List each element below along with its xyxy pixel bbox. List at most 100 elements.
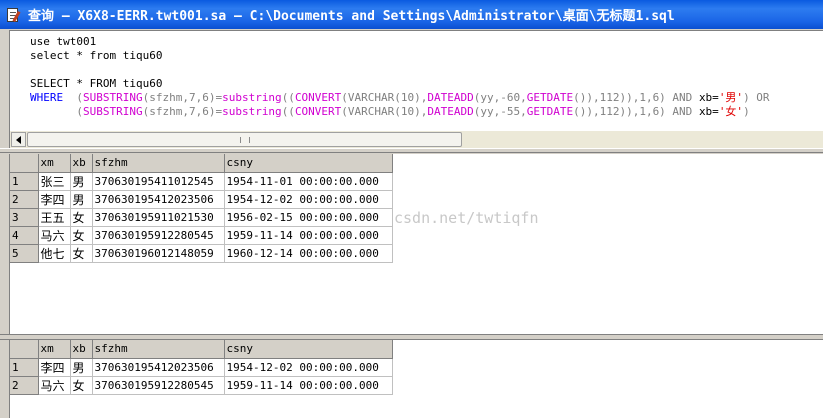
cell-csny[interactable]: 1960-12-14 00:00:00.000 (224, 244, 393, 263)
table-header-row: xm xb sfzhm csny (10, 154, 393, 173)
code-token: (yy,-55, (473, 105, 527, 118)
table-row[interactable]: 1 张三男 370630195411012545 1954-11-01 00:00:0… (10, 172, 393, 191)
code-token: select * from tiqu60 (30, 49, 163, 62)
cell-csny[interactable]: 1959-11-14 00:00:00.000 (224, 376, 393, 395)
cell-xm[interactable]: 李四 (38, 190, 71, 209)
code-token: SELECT * FROM tiqu60 (30, 77, 163, 90)
row-number[interactable]: 2 (10, 376, 39, 395)
cell-sfzhm[interactable]: 370630195911021530 (92, 208, 225, 227)
code-token: (sfzhm,7,6)= (142, 91, 223, 104)
results-table-2: xm xb sfzhm csny 1 李四男 370630195412023506 1954… (10, 340, 393, 395)
code-line[interactable]: WHERE (SUBSTRING(sfzhm,7,6)=substring((C… (30, 91, 770, 105)
code-token: AND (665, 105, 699, 118)
code-line[interactable]: SELECT * FROM tiqu60 (30, 77, 770, 91)
cell-sfzhm[interactable]: 370630195412023506 (92, 190, 225, 209)
code-token: SUBSTRING (82, 91, 143, 104)
code-token: (( (281, 105, 295, 118)
window-title-bar[interactable]: 查询 — X6X8-EERR.twt001.sa — C:\Documents … (0, 0, 823, 29)
cell-xm[interactable]: 他七 (38, 244, 71, 263)
code-token: substring (222, 105, 282, 118)
cell-xm[interactable]: 王五 (38, 208, 71, 227)
code-line[interactable]: select * from tiqu60 (30, 49, 770, 63)
code-token: (sfzhm,7,6)= (142, 105, 223, 118)
code-token: DATEADD (427, 91, 474, 104)
code-token: DATEADD (427, 105, 474, 118)
scroll-left-arrow-icon[interactable] (11, 132, 26, 147)
cell-sfzhm[interactable]: 370630196012148059 (92, 244, 225, 263)
cell-sfzhm[interactable]: 370630195411012545 (92, 172, 225, 191)
column-header-sfzhm[interactable]: sfzhm (92, 340, 225, 359)
row-number[interactable]: 4 (10, 226, 39, 245)
cell-xm[interactable]: 李四 (38, 358, 71, 377)
cell-sfzhm[interactable]: 370630195912280545 (92, 226, 225, 245)
cell-csny[interactable]: 1959-11-14 00:00:00.000 (224, 226, 393, 245)
code-token: OR (749, 91, 770, 104)
code-token: use twt001 (30, 35, 97, 48)
column-header-csny[interactable]: csny (224, 154, 393, 173)
code-token: ()),112)),1,6) (573, 105, 666, 118)
row-number[interactable]: 3 (10, 208, 39, 227)
editor-horizontal-scrollbar[interactable] (9, 131, 823, 148)
cell-sfzhm[interactable]: 370630195912280545 (92, 376, 225, 395)
table-row[interactable]: 5 他七女 370630196012148059 1960-12-14 00:00:0… (10, 244, 393, 263)
row-number[interactable]: 5 (10, 244, 39, 263)
code-token: (( (281, 91, 295, 104)
code-token: (VARCHAR(10), (341, 105, 428, 118)
code-token: SUBSTRING (82, 105, 143, 118)
cell-xm[interactable]: 马六 (38, 226, 71, 245)
code-line[interactable] (30, 63, 770, 77)
cell-csny[interactable]: 1956-02-15 00:00:00.000 (224, 208, 393, 227)
cell-xb[interactable]: 女 (70, 208, 93, 227)
cell-xm[interactable]: 张三 (38, 172, 71, 191)
results-grid-1[interactable]: xm xb sfzhm csny 1 张三男 370630195411012545 1954… (9, 154, 823, 334)
row-number[interactable]: 2 (10, 190, 39, 209)
cell-xb[interactable]: 男 (70, 358, 93, 377)
cell-sfzhm[interactable]: 370630195412023506 (92, 358, 225, 377)
cell-xb[interactable]: 女 (70, 376, 93, 395)
column-header-csny[interactable]: csny (224, 340, 393, 359)
cell-csny[interactable]: 1954-11-01 00:00:00.000 (224, 172, 393, 191)
column-header-xb[interactable]: xb (70, 340, 93, 359)
code-token: AND (665, 91, 699, 104)
table-row[interactable]: 1 李四男 370630195412023506 1954-12-02 00:00:0… (10, 358, 393, 377)
corner-cell[interactable] (10, 154, 39, 173)
code-token: ()),112)),1,6) (573, 91, 666, 104)
table-row[interactable]: 2 李四男 370630195412023506 1954-12-02 00:00:0… (10, 190, 393, 209)
cell-xb[interactable]: 女 (70, 244, 93, 263)
column-header-xm[interactable]: xm (38, 340, 71, 359)
code-token: ) (743, 105, 750, 118)
sql-code[interactable]: use twt001 select * from tiqu60 SELECT * F… (30, 35, 770, 119)
column-header-xb[interactable]: xb (70, 154, 93, 173)
cell-xb[interactable]: 女 (70, 226, 93, 245)
code-token: (VARCHAR(10), (341, 91, 428, 104)
table-row[interactable]: 2 马六女 370630195912280545 1959-11-14 00:00:0… (10, 376, 393, 395)
code-token: GETDATE (526, 91, 574, 104)
code-line[interactable]: (SUBSTRING(sfzhm,7,6)=substring((CONVERT… (30, 105, 770, 119)
cell-csny[interactable]: 1954-12-02 00:00:00.000 (224, 190, 393, 209)
sql-editor[interactable]: use twt001 select * from tiqu60 SELECT * F… (9, 30, 823, 131)
column-header-xm[interactable]: xm (38, 154, 71, 173)
cell-xb[interactable]: 男 (70, 172, 93, 191)
column-header-sfzhm[interactable]: sfzhm (92, 154, 225, 173)
code-line[interactable]: use twt001 (30, 35, 770, 49)
row-number[interactable]: 1 (10, 172, 39, 191)
code-token: CONVERT (294, 105, 342, 118)
code-token: CONVERT (294, 91, 342, 104)
results-grid-2[interactable]: xm xb sfzhm csny 1 李四男 370630195412023506 1954… (9, 340, 823, 418)
cell-csny[interactable]: 1954-12-02 00:00:00.000 (224, 358, 393, 377)
code-token: substring (222, 91, 282, 104)
cell-xm[interactable]: 马六 (38, 376, 71, 395)
scrollbar-thumb[interactable] (27, 132, 462, 147)
window-title: 查询 — X6X8-EERR.twt001.sa — C:\Documents … (28, 9, 675, 24)
code-token: WHERE (30, 91, 77, 104)
code-token: ( (76, 91, 83, 104)
code-token: GETDATE (526, 105, 574, 118)
table-row[interactable]: 3 王五女 370630195911021530 1956-02-15 00:00:0… (10, 208, 393, 227)
row-number[interactable]: 1 (10, 358, 39, 377)
cell-xb[interactable]: 男 (70, 190, 93, 209)
pane-splitter[interactable] (0, 148, 823, 153)
corner-cell[interactable] (10, 340, 39, 359)
table-row[interactable]: 4 马六女 370630195912280545 1959-11-14 00:00:0… (10, 226, 393, 245)
code-token: (yy,-60, (473, 91, 527, 104)
